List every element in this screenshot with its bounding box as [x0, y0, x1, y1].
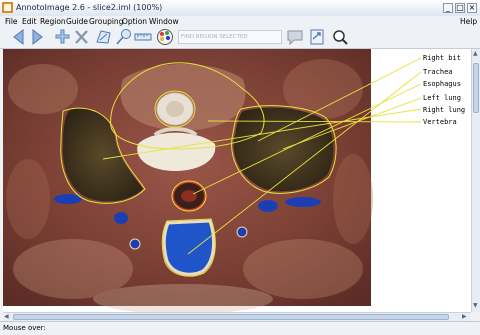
delete-x-icon	[75, 30, 88, 44]
toolbar: FIND REGION SELECTED	[0, 27, 480, 49]
anatomy-slice-image[interactable]: Right bit Trachea Esophagus Left lung Ri…	[3, 49, 471, 312]
delete-button[interactable]	[73, 28, 90, 46]
maximize-button[interactable]: □	[455, 3, 465, 13]
color-button[interactable]	[156, 28, 174, 46]
label-esophagus[interactable]: Esophagus	[423, 80, 461, 88]
select-region-icon	[96, 30, 111, 44]
menu-edit[interactable]: Edit	[22, 16, 37, 27]
label-right-lung[interactable]: Right lung	[423, 106, 465, 114]
vessel-2	[114, 212, 128, 224]
status-text: Mouse over:	[3, 324, 46, 332]
status-bar: Mouse over:	[0, 321, 480, 335]
horizontal-scrollbar[interactable]: ◀ ▶	[3, 312, 471, 321]
zoom-button[interactable]	[331, 28, 349, 46]
forward-arrow-icon	[32, 28, 43, 46]
scroll-up-icon[interactable]: ▲	[473, 50, 478, 58]
trachea	[162, 219, 216, 276]
color-palette-icon	[157, 29, 173, 45]
left-lung	[233, 107, 334, 192]
menu-region[interactable]: Region	[40, 16, 66, 27]
minimize-icon: _	[446, 3, 450, 12]
measure-icon	[134, 33, 152, 41]
close-button[interactable]: ×	[467, 3, 477, 13]
horizontal-scroll-thumb[interactable]	[13, 314, 449, 320]
pin-button[interactable]	[115, 28, 133, 46]
label-left-lung[interactable]: Left lung	[423, 94, 461, 102]
measure-button[interactable]	[134, 28, 152, 46]
vessel-right	[285, 197, 321, 207]
vertical-scroll-thumb[interactable]	[473, 63, 479, 113]
scroll-down-icon[interactable]: ▼	[473, 302, 478, 310]
vessel-5	[258, 200, 278, 212]
label-right-bit[interactable]: Right bit	[423, 54, 461, 62]
menu-help[interactable]: Help	[460, 16, 477, 27]
close-icon: ×	[468, 3, 476, 12]
vertebra-canal	[166, 101, 184, 117]
menu-option[interactable]: Option	[122, 16, 147, 27]
menu-bar: File Edit Region Guide Grouping Option W…	[0, 16, 480, 27]
select-region-button[interactable]	[95, 28, 113, 46]
vessel-4	[236, 226, 248, 238]
comment-icon	[287, 30, 303, 46]
app-logo-icon	[2, 2, 13, 13]
menu-grouping[interactable]: Grouping	[89, 16, 123, 27]
image-canvas[interactable]: Right bit Trachea Esophagus Left lung Ri…	[3, 49, 471, 312]
forward-button[interactable]	[29, 28, 46, 46]
minimize-button[interactable]: _	[443, 3, 453, 13]
back-button[interactable]	[10, 28, 27, 46]
window-title: AnnotoImage 2.6 - slice2.iml (100%)	[16, 3, 163, 12]
scroll-left-icon[interactable]: ◀	[4, 313, 9, 321]
label-trachea[interactable]: Trachea	[423, 68, 453, 76]
label-vertebra[interactable]: Vertebra	[423, 118, 457, 126]
add-button[interactable]	[54, 28, 71, 46]
export-button[interactable]	[308, 28, 326, 46]
vessel-3	[129, 238, 141, 250]
menu-guide[interactable]: Guide	[66, 16, 88, 27]
menu-window[interactable]: Window	[149, 16, 179, 27]
maximize-icon: □	[456, 3, 464, 12]
comment-button[interactable]	[286, 28, 304, 46]
scroll-right-icon[interactable]: ▶	[462, 313, 467, 321]
annotation-labels: Right bit Trachea Esophagus Left lung Ri…	[423, 54, 465, 126]
add-cross-icon	[55, 29, 70, 44]
vertical-scrollbar[interactable]: ▲ ▼	[471, 49, 480, 312]
region-search-input[interactable]: FIND REGION SELECTED	[178, 30, 282, 44]
menu-file[interactable]: File	[5, 16, 18, 27]
back-arrow-icon	[13, 28, 24, 46]
export-icon	[310, 29, 324, 45]
zoom-icon	[333, 30, 348, 45]
pin-icon	[116, 29, 131, 45]
title-bar: AnnotoImage 2.6 - slice2.iml (100%) _ □ …	[0, 0, 480, 17]
